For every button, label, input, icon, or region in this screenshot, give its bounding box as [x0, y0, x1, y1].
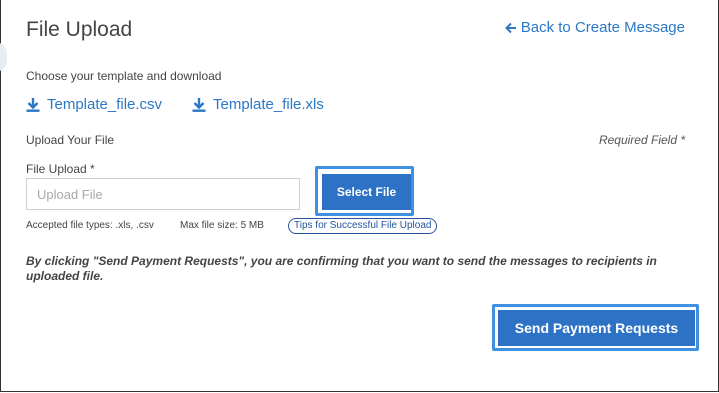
template-instruction: Choose your template and download	[26, 69, 222, 83]
download-template-csv-link[interactable]: Template_file.csv	[26, 96, 162, 113]
side-tab	[0, 42, 7, 72]
download-icon	[26, 98, 40, 112]
confirmation-notice: By clicking "Send Payment Requests", you…	[26, 254, 657, 283]
download-icon	[192, 98, 206, 112]
download-csv-label: Template_file.csv	[47, 96, 163, 113]
max-file-size: Max file size: 5 MB	[180, 220, 264, 231]
page-title: File Upload	[26, 18, 133, 41]
back-link-label: Back to Create Message	[520, 19, 685, 36]
upload-file-input[interactable]	[26, 178, 300, 210]
select-file-button[interactable]: Select File	[322, 174, 411, 210]
arrow-left-icon	[504, 22, 516, 33]
download-xls-label: Template_file.xls	[213, 96, 324, 113]
upload-section-label: Upload Your File	[26, 133, 115, 147]
required-field-note: Required Field *	[598, 133, 685, 147]
tips-for-upload-link[interactable]: Tips for Successful File Upload	[288, 218, 438, 234]
file-upload-field-label: File Upload *	[26, 162, 95, 176]
download-template-xls-link[interactable]: Template_file.xls	[192, 96, 324, 113]
file-upload-panel: File Upload Back to Create Message Choos…	[0, 0, 719, 392]
accepted-file-types: Accepted file types: .xls, .csv	[26, 220, 154, 231]
send-payment-requests-button[interactable]: Send Payment Requests	[498, 310, 695, 346]
back-to-create-message-link[interactable]: Back to Create Message	[504, 19, 685, 36]
